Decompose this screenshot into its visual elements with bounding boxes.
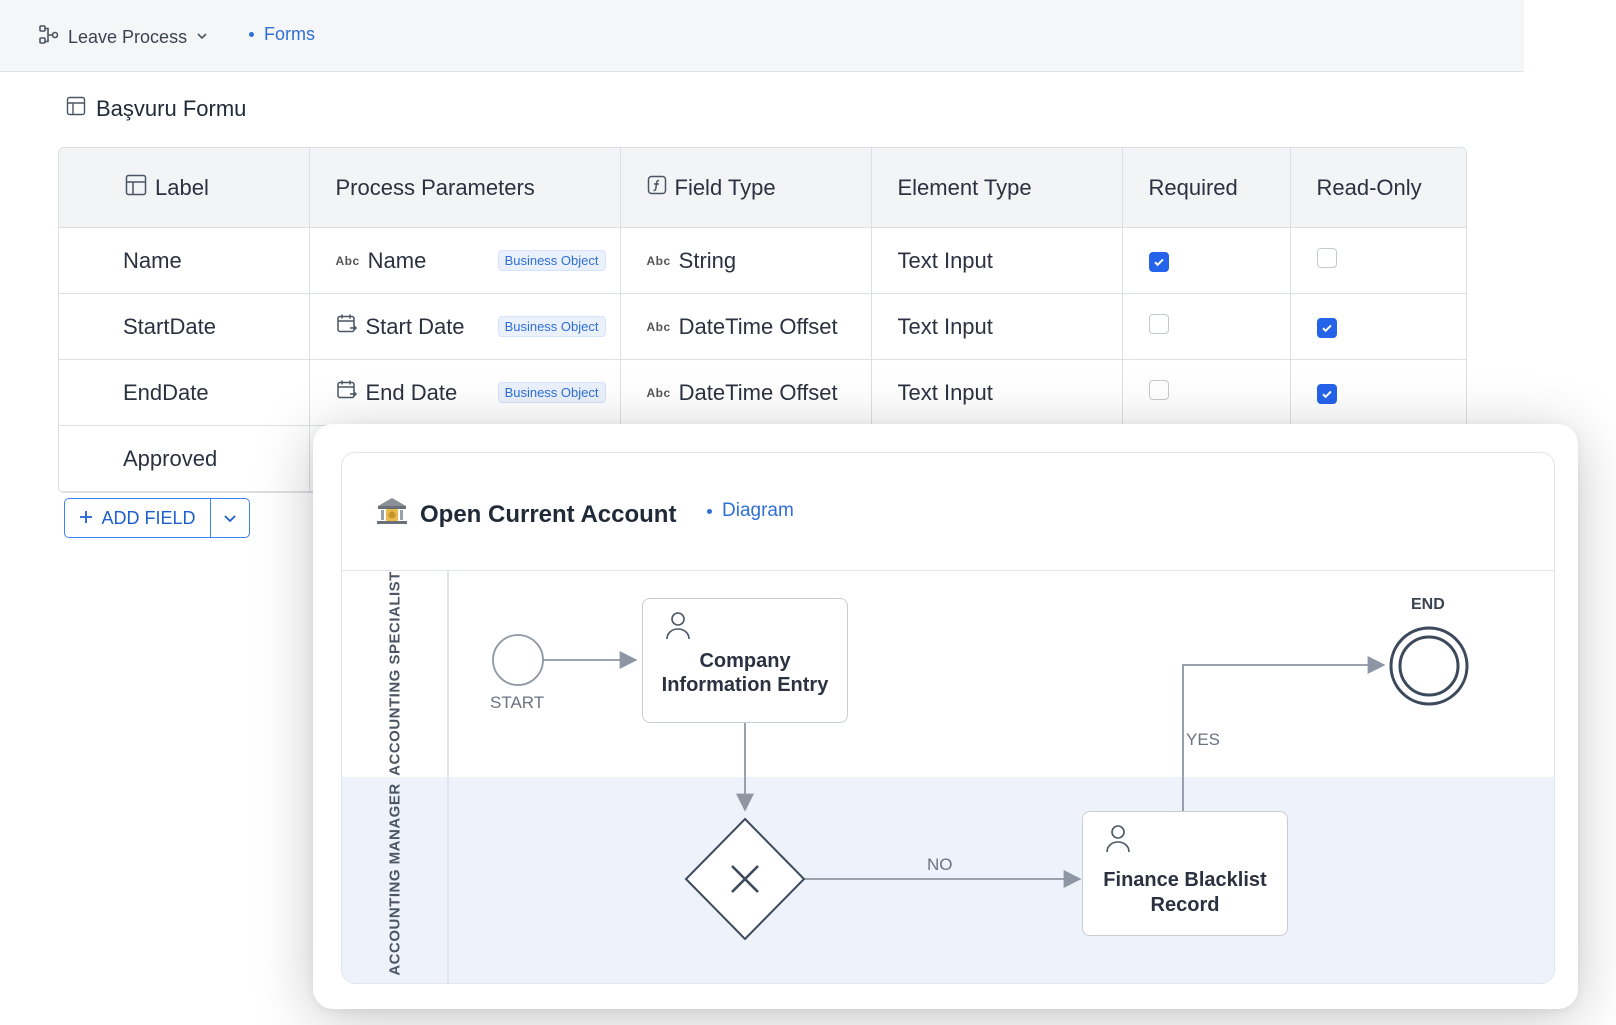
table-header-row: Label Process Parameters Field Type Elem… (59, 148, 1466, 228)
task-label: Finance Blacklist Record (1103, 869, 1267, 916)
field-type-value: DateTime Offset (678, 379, 838, 405)
user-icon (665, 611, 691, 647)
row-label: StartDate (59, 293, 310, 360)
abc-icon: Abc (646, 319, 671, 334)
process-name: Leave Process (68, 27, 188, 47)
column-header-field-type[interactable]: Field Type (620, 148, 872, 228)
chevron-down-icon (195, 27, 209, 48)
user-icon (1105, 824, 1131, 860)
yes-label: YES (1186, 730, 1221, 749)
column-header-process-parameters[interactable]: Process Parameters (309, 148, 621, 228)
field-type-value: DateTime Offset (678, 313, 838, 339)
column-label: Required (1148, 174, 1238, 200)
read-only-checkbox[interactable] (1316, 247, 1337, 268)
plus-icon (79, 508, 93, 529)
business-object-badge: Business Object (497, 316, 606, 337)
read-only-checkbox[interactable] (1316, 317, 1337, 338)
diagram-panel: Open Current Account Diagram ACCOUNTING … (341, 452, 1555, 984)
row-required (1122, 227, 1291, 294)
column-label: Field Type (674, 174, 776, 200)
top-bar: Leave Process Forms (0, 0, 1524, 72)
row-required (1122, 293, 1291, 360)
task-label: Company Information Entry (661, 650, 829, 696)
required-checkbox[interactable] (1148, 251, 1169, 272)
end-event (1389, 626, 1469, 706)
row-label: EndDate (59, 359, 310, 426)
abc-icon: Abc (646, 385, 671, 400)
breadcrumb-label: Forms (264, 24, 315, 44)
diagram-card: Open Current Account Diagram ACCOUNTING … (313, 424, 1578, 1009)
task-finance-blacklist-record[interactable]: Finance Blacklist Record (1082, 811, 1288, 936)
row-element-type[interactable]: Text Input (871, 359, 1123, 426)
task-company-information-entry[interactable]: Company Information Entry (642, 598, 848, 723)
business-object-badge: Business Object (497, 382, 606, 403)
column-header-read-only[interactable]: Read-Only (1290, 148, 1466, 228)
required-checkbox[interactable] (1148, 313, 1169, 334)
chevron-down-icon (224, 515, 236, 523)
row-read-only (1290, 227, 1466, 294)
field-type-value: String (678, 247, 737, 273)
end-label: END (1411, 596, 1445, 613)
row-element-type[interactable]: Text Input (871, 227, 1123, 294)
column-header-required[interactable]: Required (1122, 148, 1291, 228)
read-only-checkbox[interactable] (1316, 383, 1337, 404)
row-read-only (1290, 359, 1466, 426)
calendar-icon (336, 313, 358, 341)
start-label: START (490, 693, 545, 712)
abc-icon: Abc (335, 253, 360, 268)
business-object-badge: Business Object (497, 250, 606, 271)
add-field-split-button: ADD FIELD (64, 498, 250, 538)
check-icon (1321, 324, 1332, 332)
table-row[interactable]: EndDate End Date Business Object Abc Dat… (59, 359, 1466, 426)
flow-diagram (492, 626, 1469, 941)
column-label: Read-Only (1316, 174, 1422, 200)
abc-icon: Abc (646, 253, 671, 268)
column-label: Process Parameters (335, 174, 535, 200)
form-title: Başvuru Formu (66, 96, 246, 122)
column-header-element-type[interactable]: Element Type (871, 148, 1123, 228)
column-label: Element Type (897, 174, 1032, 200)
table-row[interactable]: Name Abc Name Business Object Abc String… (59, 227, 1466, 294)
check-icon (1321, 390, 1332, 398)
column-label: Label (155, 174, 209, 200)
param-name: Start Date (365, 313, 465, 339)
breadcrumb-dot (249, 32, 254, 37)
row-process-parameter[interactable]: Abc Name Business Object (309, 227, 621, 294)
process-flow-icon (38, 24, 60, 51)
row-process-parameter[interactable]: End Date Business Object (309, 359, 621, 426)
row-label: Name (59, 227, 310, 294)
row-element-type[interactable]: Text Input (871, 293, 1123, 360)
table-row[interactable]: StartDate Start Date Business Object Abc… (59, 293, 1466, 360)
row-field-type: Abc DateTime Offset (620, 359, 872, 426)
row-label: Approved (59, 425, 310, 492)
row-read-only (1290, 293, 1466, 360)
row-field-type: Abc DateTime Offset (620, 293, 872, 360)
no-label: NO (927, 855, 953, 874)
param-name: End Date (365, 379, 458, 405)
required-checkbox[interactable] (1148, 379, 1169, 400)
calendar-icon (336, 379, 358, 407)
add-field-label: ADD FIELD (101, 507, 196, 528)
check-icon (1153, 258, 1164, 266)
param-name: Name (367, 247, 427, 273)
row-field-type: Abc String (620, 227, 872, 294)
form-title-text: Başvuru Formu (96, 96, 247, 121)
column-header-label[interactable]: Label (59, 148, 310, 228)
function-icon (647, 175, 667, 201)
breadcrumb-forms[interactable]: Forms (249, 24, 315, 45)
start-event (492, 634, 544, 686)
row-process-parameter[interactable]: Start Date Business Object (309, 293, 621, 360)
add-field-button[interactable]: ADD FIELD (65, 499, 211, 537)
process-selector[interactable]: Leave Process (38, 24, 209, 51)
table-icon (66, 96, 86, 122)
add-field-dropdown-button[interactable] (211, 499, 249, 537)
row-required (1122, 359, 1291, 426)
table-icon (125, 174, 147, 202)
